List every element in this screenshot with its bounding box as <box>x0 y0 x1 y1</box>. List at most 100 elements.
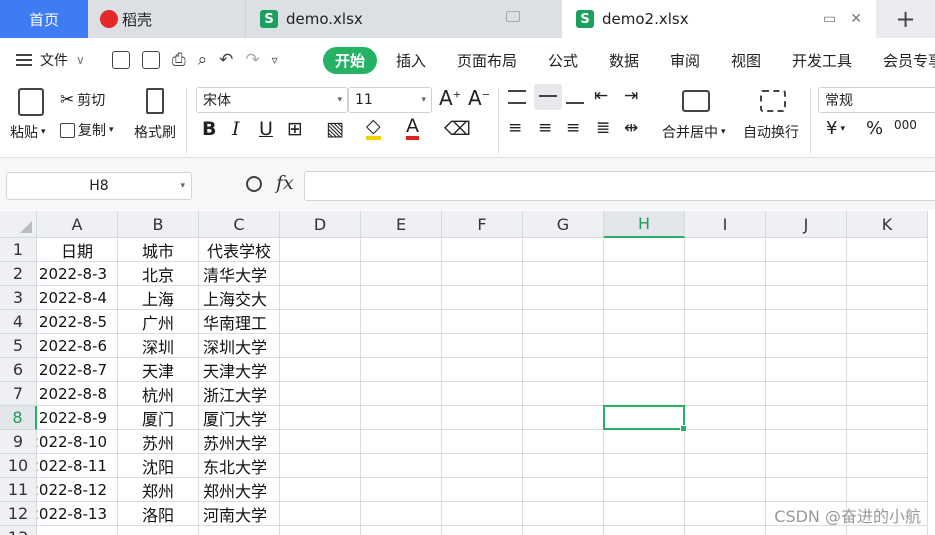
formula-input[interactable] <box>304 171 935 201</box>
cell-c1[interactable]: 代表学校 <box>199 238 280 262</box>
cell-h2[interactable] <box>604 262 685 286</box>
cell-j5[interactable] <box>766 334 847 358</box>
cell-j13[interactable] <box>766 526 847 535</box>
cell-h10[interactable] <box>604 454 685 478</box>
align-bottom-icon[interactable] <box>566 96 584 104</box>
border-icon[interactable]: ⊞ <box>287 118 303 140</box>
row-header[interactable]: 13 <box>0 526 37 535</box>
cell-h1[interactable] <box>604 238 685 262</box>
cut-button[interactable]: ✂ 剪切 <box>60 90 105 110</box>
cell-c5[interactable]: 深圳大学 <box>199 334 280 358</box>
cell-b9[interactable]: 苏州 <box>118 430 199 454</box>
cell-i4[interactable] <box>685 310 766 334</box>
row-header[interactable]: 2 <box>0 262 37 286</box>
monitor-icon[interactable] <box>506 11 520 22</box>
cell-a4[interactable]: 2022-8-5 <box>37 310 118 334</box>
cell-f6[interactable] <box>442 358 523 382</box>
cell-f12[interactable] <box>442 502 523 526</box>
cell-c3[interactable]: 上海交大 <box>199 286 280 310</box>
cell-e8[interactable] <box>361 406 442 430</box>
cell-f11[interactable] <box>442 478 523 502</box>
cell-b2[interactable]: 北京 <box>118 262 199 286</box>
align-middle-button[interactable] <box>534 84 562 110</box>
cell-e11[interactable] <box>361 478 442 502</box>
cell-c13[interactable] <box>199 526 280 535</box>
font-size-select[interactable]: 11 ▾ <box>348 87 432 113</box>
print-icon[interactable]: ⎙ <box>172 50 186 70</box>
monitor-icon[interactable]: ▭ <box>823 11 836 27</box>
tab-start[interactable]: 开始 <box>323 47 377 74</box>
align-top-icon[interactable] <box>508 90 526 104</box>
tab-data[interactable]: 数据 <box>609 50 639 71</box>
column-header-f[interactable]: F <box>442 211 523 238</box>
cell-b7[interactable]: 杭州 <box>118 382 199 406</box>
cell-b12[interactable]: 洛阳 <box>118 502 199 526</box>
fill-color-icon[interactable]: ◇ <box>366 116 381 140</box>
percent-button[interactable]: % <box>866 118 883 139</box>
cell-i8[interactable] <box>685 406 766 430</box>
column-header-e[interactable]: E <box>361 211 442 238</box>
cell-k8[interactable] <box>847 406 928 430</box>
cell-i9[interactable] <box>685 430 766 454</box>
tab-daoke[interactable]: 稻壳 <box>88 0 246 38</box>
cell-c4[interactable]: 华南理工 <box>199 310 280 334</box>
active-cell-selection[interactable] <box>603 405 687 432</box>
increase-font-icon[interactable]: A+ <box>439 86 461 110</box>
tab-view[interactable]: 视图 <box>731 50 761 71</box>
cell-f7[interactable] <box>442 382 523 406</box>
function-icon[interactable]: fx <box>276 172 294 194</box>
row-header[interactable]: 1 <box>0 238 37 262</box>
cell-h3[interactable] <box>604 286 685 310</box>
save-icon[interactable] <box>112 51 130 69</box>
row-header[interactable]: 5 <box>0 334 37 358</box>
justify-icon[interactable]: ≣ <box>596 118 610 138</box>
tab-demo-xlsx[interactable]: S demo.xlsx <box>246 0 562 38</box>
paste-icon[interactable] <box>18 88 44 116</box>
cell-i5[interactable] <box>685 334 766 358</box>
cell-style-icon[interactable]: ▧ <box>326 118 344 140</box>
cell-e10[interactable] <box>361 454 442 478</box>
distribute-icon[interactable]: ⇹ <box>624 118 638 138</box>
print-preview-icon[interactable]: ⌕ <box>198 50 208 70</box>
column-header-i[interactable]: I <box>685 211 766 238</box>
cell-b3[interactable]: 上海 <box>118 286 199 310</box>
cell-g3[interactable] <box>523 286 604 310</box>
tab-developer[interactable]: 开发工具 <box>792 50 852 71</box>
cell-i3[interactable] <box>685 286 766 310</box>
cell-a10[interactable]: 2022-8-11 <box>37 454 118 478</box>
cell-e7[interactable] <box>361 382 442 406</box>
cell-f8[interactable] <box>442 406 523 430</box>
cell-i2[interactable] <box>685 262 766 286</box>
cell-a8[interactable]: 2022-8-9 <box>37 406 118 430</box>
cell-f1[interactable] <box>442 238 523 262</box>
font-color-icon[interactable]: A <box>406 116 419 140</box>
tab-member[interactable]: 会员专享 <box>883 50 935 71</box>
cell-g9[interactable] <box>523 430 604 454</box>
cell-d3[interactable] <box>280 286 361 310</box>
cell-b4[interactable]: 广州 <box>118 310 199 334</box>
cell-b10[interactable]: 沈阳 <box>118 454 199 478</box>
cell-f9[interactable] <box>442 430 523 454</box>
currency-button[interactable]: ¥ ▾ <box>826 118 845 139</box>
tab-formulas[interactable]: 公式 <box>548 50 578 71</box>
more-icon[interactable]: ▿ <box>272 53 278 67</box>
cell-e13[interactable] <box>361 526 442 535</box>
cell-g5[interactable] <box>523 334 604 358</box>
cell-d11[interactable] <box>280 478 361 502</box>
cell-a12[interactable]: 2022-8-13 <box>37 502 118 526</box>
row-header[interactable]: 3 <box>0 286 37 310</box>
cell-k5[interactable] <box>847 334 928 358</box>
cell-g7[interactable] <box>523 382 604 406</box>
align-center-icon[interactable]: ≡ <box>538 118 552 138</box>
column-header-j[interactable]: J <box>766 211 847 238</box>
cell-e5[interactable] <box>361 334 442 358</box>
copy-button[interactable]: 复制 ▾ <box>60 120 114 140</box>
cell-h6[interactable] <box>604 358 685 382</box>
row-header[interactable]: 9 <box>0 430 37 454</box>
cell-c12[interactable]: 河南大学 <box>199 502 280 526</box>
cell-j2[interactable] <box>766 262 847 286</box>
cell-b5[interactable]: 深圳 <box>118 334 199 358</box>
cell-d13[interactable] <box>280 526 361 535</box>
thousands-icon[interactable]: 000 <box>894 118 917 132</box>
cell-j11[interactable] <box>766 478 847 502</box>
